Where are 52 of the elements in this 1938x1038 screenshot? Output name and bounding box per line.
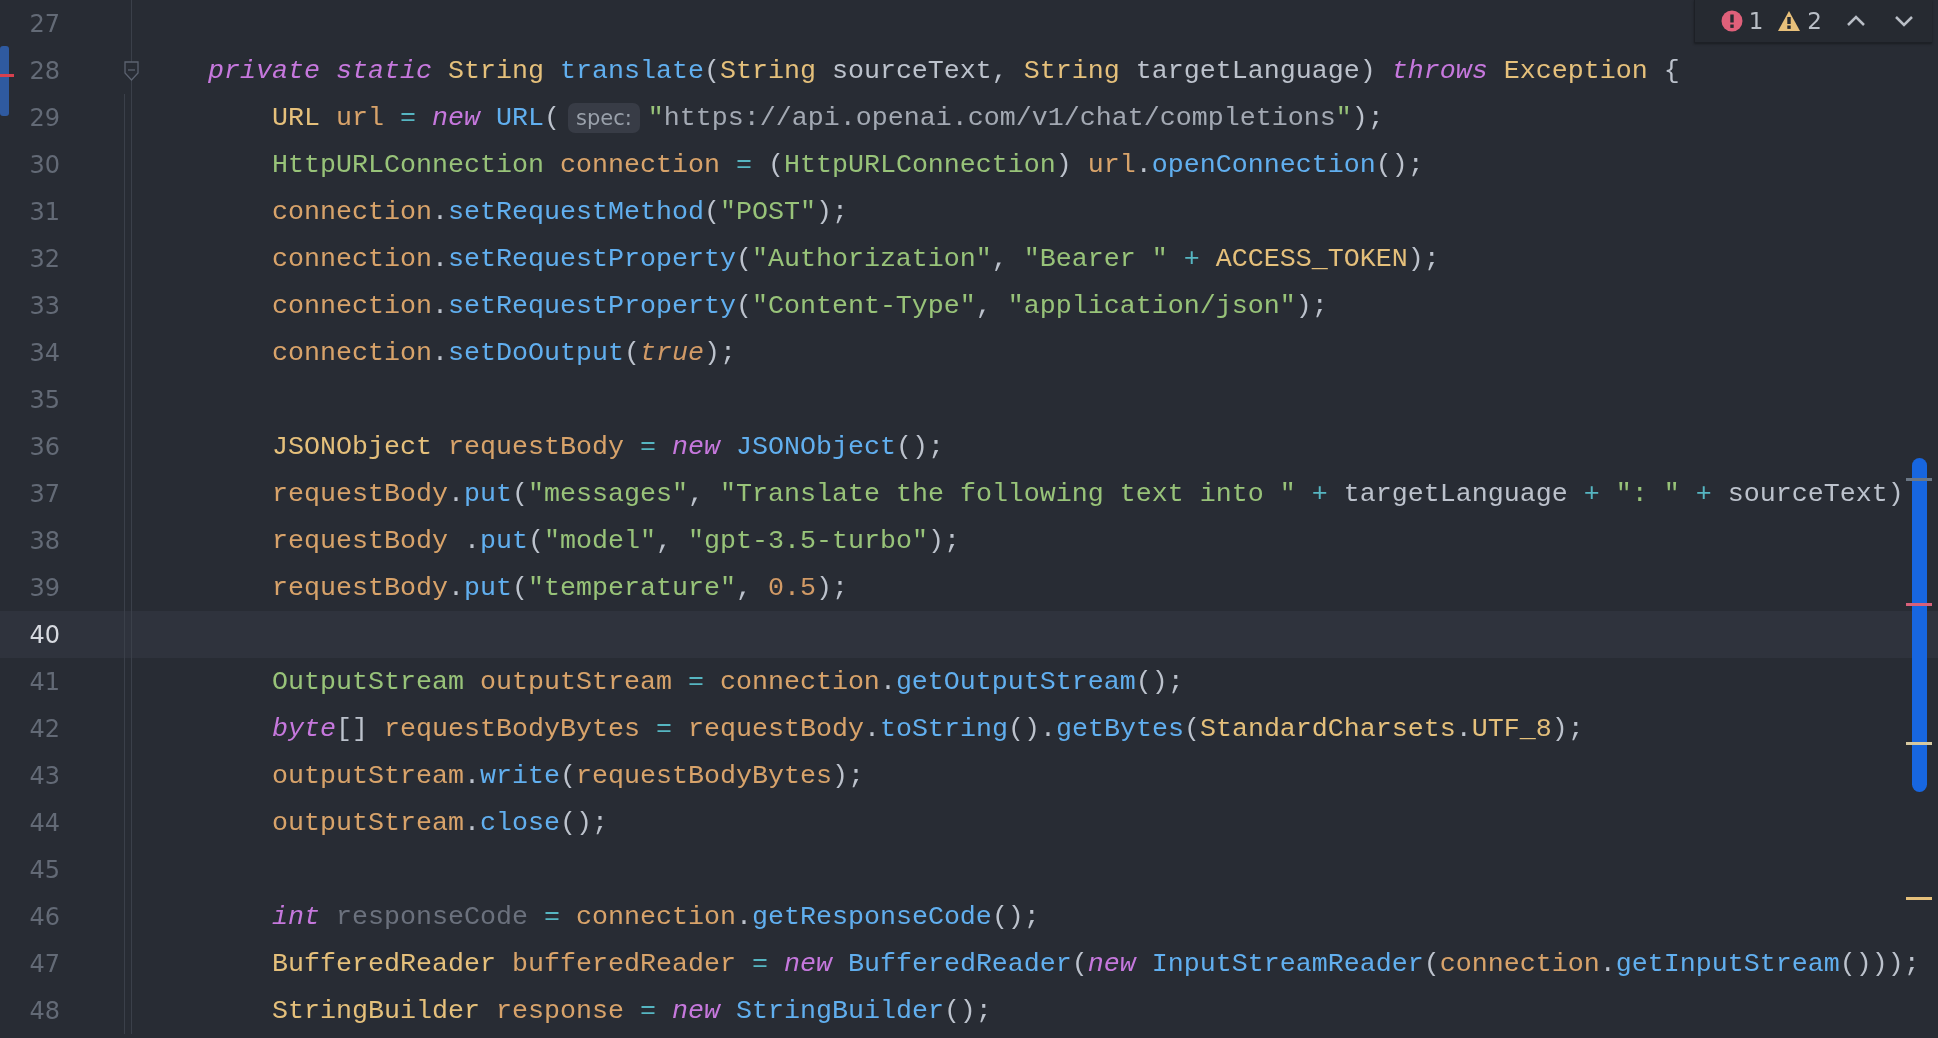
line-number: 27 bbox=[28, 9, 60, 38]
line-number: 47 bbox=[28, 949, 60, 978]
error-icon bbox=[1720, 10, 1743, 32]
line-number: 44 bbox=[28, 808, 60, 837]
line-number: 28 bbox=[28, 56, 60, 85]
code-line: HttpURLConnection connection = (HttpURLConnection) url.openConnection(); bbox=[272, 148, 1424, 182]
warning-icon bbox=[1777, 10, 1802, 32]
code-line: private static String translate(String sourceText, String targetLanguage) throws Exception { bbox=[208, 54, 1680, 88]
previous-icon[interactable] bbox=[1846, 14, 1866, 28]
change-marker bbox=[0, 46, 14, 116]
code-line: requestBody.put("messages", "Translate the following text into " + targetLanguage + ": " + sourceText) bbox=[272, 477, 1904, 511]
error-count[interactable]: 1 bbox=[1748, 8, 1764, 34]
warning-marker bbox=[1906, 742, 1932, 745]
code-line: connection.setRequestProperty("Authorization", "Bearer " + ACCESS_TOKEN); bbox=[272, 242, 1440, 276]
warning-marker bbox=[1906, 897, 1932, 900]
line-number: 46 bbox=[28, 902, 60, 931]
line-number: 39 bbox=[28, 573, 60, 602]
line-number: 30 bbox=[28, 150, 60, 179]
code-line: connection.setDoOutput(true); bbox=[272, 336, 736, 370]
line-number: 36 bbox=[28, 432, 60, 461]
line-number: 32 bbox=[28, 244, 60, 273]
code-line: JSONObject requestBody = new JSONObject(); bbox=[272, 430, 944, 464]
code-line: connection.setRequestProperty("Content-Type", "application/json"); bbox=[272, 289, 1328, 323]
line-number: 41 bbox=[28, 667, 60, 696]
code-line: outputStream.write(requestBodyBytes); bbox=[272, 759, 864, 793]
code-line: outputStream.close(); bbox=[272, 806, 608, 840]
line-number: 42 bbox=[28, 714, 60, 743]
line-number: 34 bbox=[28, 338, 60, 367]
scroll-marker bbox=[1906, 478, 1932, 481]
line-number: 45 bbox=[28, 855, 60, 884]
line-number: 31 bbox=[28, 197, 60, 226]
code-line: int responseCode = connection.getResponseCode(); bbox=[272, 900, 1040, 934]
code-line: BufferedReader bufferedReader = new BufferedReader(new InputStreamReader(connection.getInputStream())); bbox=[272, 947, 1920, 981]
line-number: 29 bbox=[28, 103, 60, 132]
code-line: requestBody .put("model", "gpt-3.5-turbo"); bbox=[272, 524, 960, 558]
code-line: requestBody.put("temperature", 0.5); bbox=[272, 571, 848, 605]
code-line: connection.setRequestMethod("POST"); bbox=[272, 195, 848, 229]
line-number: 37 bbox=[28, 479, 60, 508]
code-line: StringBuilder response = new StringBuilder(); bbox=[272, 994, 992, 1028]
line-number: 33 bbox=[28, 291, 60, 320]
line-number: 35 bbox=[28, 385, 60, 414]
line-number: 43 bbox=[28, 761, 60, 790]
scrollbar-thumb[interactable] bbox=[1912, 458, 1927, 792]
warning-count[interactable]: 2 bbox=[1807, 8, 1822, 34]
code-line: byte[] requestBodyBytes = requestBody.toString().getBytes(StandardCharsets.UTF_8); bbox=[272, 712, 1584, 746]
line-number: 38 bbox=[28, 526, 60, 555]
line-number: 40 bbox=[28, 620, 60, 649]
error-marker bbox=[1906, 603, 1932, 606]
code-line: OutputStream outputStream = connection.getOutputStream(); bbox=[272, 665, 1184, 699]
code-line: URL url = new URL( spec: "https://api.openai.com/v1/chat/completions"); bbox=[272, 101, 1384, 135]
next-icon[interactable] bbox=[1894, 14, 1914, 28]
line-number: 48 bbox=[28, 996, 60, 1025]
